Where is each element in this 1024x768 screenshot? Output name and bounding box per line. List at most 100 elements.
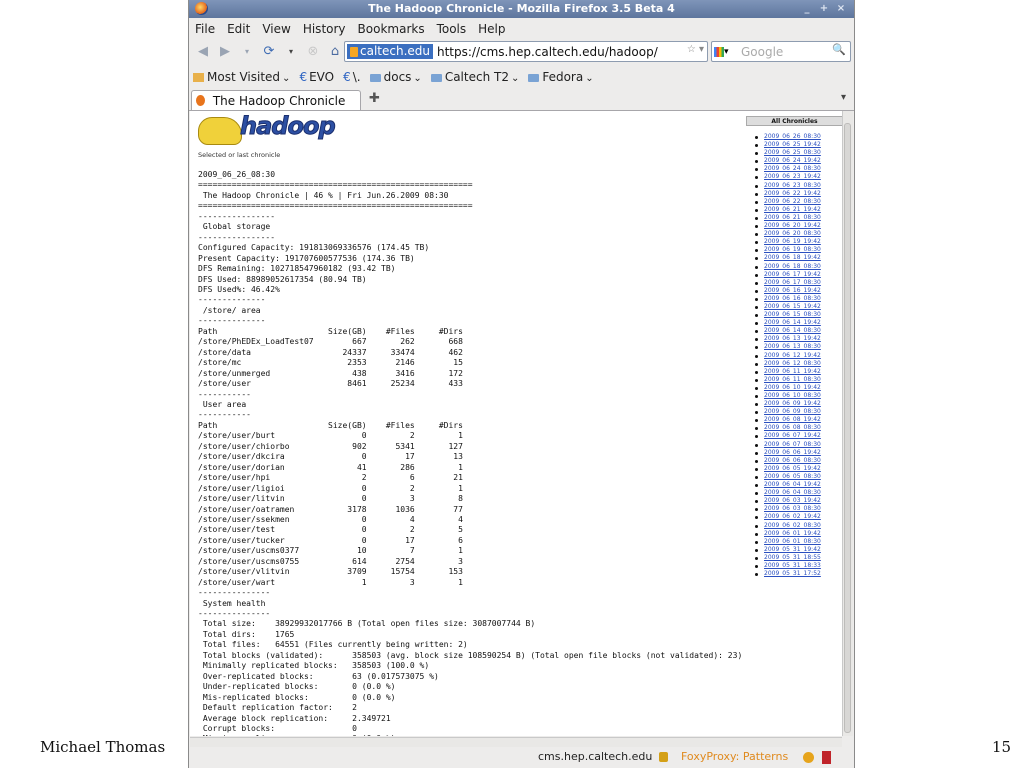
chronicle-link[interactable]: 2009_06_11_19:42 (755, 368, 821, 376)
folder-icon (369, 74, 381, 82)
chronicle-link[interactable]: 2009_06_20_08:30 (755, 230, 821, 238)
chronicle-link[interactable]: 2009_06_15_19:42 (755, 303, 821, 311)
chronicle-link[interactable]: 2009_06_22_19:42 (755, 190, 821, 198)
chronicle-link[interactable]: 2009_06_25_19:42 (755, 141, 821, 149)
chronicle-link[interactable]: 2009_06_13_19:42 (755, 335, 821, 343)
menu-file[interactable]: File (195, 22, 215, 36)
status-bar: cms.hep.caltech.edu FoxyProxy: Patterns (189, 747, 854, 768)
chronicle-link[interactable]: 2009_06_20_19:42 (755, 222, 821, 230)
chronicle-link[interactable]: 2009_06_19_19:42 (755, 238, 821, 246)
chronicle-link[interactable]: 2009_06_05_19:42 (755, 465, 821, 473)
chronicle-link[interactable]: 2009_05_31_18:55 (755, 554, 821, 562)
chronicle-link[interactable]: 2009_06_17_19:42 (755, 271, 821, 279)
chronicle-link[interactable]: 2009_06_06_19:42 (755, 449, 821, 457)
chronicle-link[interactable]: 2009_06_07_08:30 (755, 441, 821, 449)
chronicle-link[interactable]: 2009_06_16_08:30 (755, 295, 821, 303)
menu-view[interactable]: View (262, 22, 290, 36)
search-bar[interactable]: ▾ Google 🔍 (711, 41, 851, 62)
chronicle-link[interactable]: 2009_06_08_19:42 (755, 416, 821, 424)
status-lock-icon[interactable] (659, 752, 668, 762)
back-icon[interactable]: ◀ (195, 44, 211, 59)
forward-icon[interactable]: ▶ (217, 44, 233, 59)
chronicle-link[interactable]: 2009_06_23_08:30 (755, 182, 821, 190)
chronicle-link[interactable]: 2009_06_17_08:30 (755, 279, 821, 287)
chronicle-link[interactable]: 2009_06_05_08:30 (755, 473, 821, 481)
tab-list-icon[interactable]: ▾ (841, 92, 846, 103)
chronicle-link[interactable]: 2009_06_12_08:30 (755, 360, 821, 368)
menu-history[interactable]: History (303, 22, 346, 36)
chronicle-link[interactable]: 2009_06_26_08:30 (755, 133, 821, 141)
chronicle-link[interactable]: 2009_06_07_19:42 (755, 432, 821, 440)
chronicle-link[interactable]: 2009_05_31_18:33 (755, 562, 821, 570)
chevron-down-icon: ⌄ (282, 73, 291, 84)
site-identity-button[interactable]: caltech.edu (347, 44, 433, 59)
chronicle-link[interactable]: 2009_06_21_19:42 (755, 206, 821, 214)
chronicle-link[interactable]: 2009_06_14_19:42 (755, 319, 821, 327)
chronicle-link[interactable]: 2009_06_11_08:30 (755, 376, 821, 384)
search-icon[interactable]: 🔍 (832, 43, 846, 56)
bookmark-4[interactable]: Caltech T2 ⌄ (430, 70, 519, 84)
chronicle-link[interactable]: 2009_05_31_17:52 (755, 570, 821, 578)
chronicle-link[interactable]: 2009_06_09_08:30 (755, 408, 821, 416)
menu-edit[interactable]: Edit (227, 22, 250, 36)
vertical-scrollbar[interactable] (842, 111, 853, 736)
maximize-icon[interactable]: + (817, 2, 831, 15)
chronicle-link[interactable]: 2009_06_16_19:42 (755, 287, 821, 295)
scrollbar-thumb[interactable] (844, 123, 851, 733)
chronicle-link[interactable]: 2009_06_18_19:42 (755, 254, 821, 262)
close-icon[interactable]: × (834, 2, 848, 15)
home-icon[interactable]: ⌂ (327, 44, 343, 59)
chronicle-link[interactable]: 2009_06_22_08:30 (755, 198, 821, 206)
chronicle-link[interactable]: 2009_06_10_08:30 (755, 392, 821, 400)
reload-dropdown-icon[interactable]: ▾ (283, 47, 299, 56)
horizontal-scrollbar[interactable] (190, 737, 842, 747)
addon-red-icon[interactable] (822, 751, 831, 764)
chronicle-link[interactable]: 2009_06_24_19:42 (755, 157, 821, 165)
chronicle-link[interactable]: 2009_06_21_08:30 (755, 214, 821, 222)
chronicle-link[interactable]: 2009_06_23_19:42 (755, 173, 821, 181)
all-chronicles-header: All Chronicles (746, 116, 842, 126)
foxyproxy-status[interactable]: FoxyProxy: Patterns (681, 747, 788, 767)
chronicle-link[interactable]: 2009_06_03_19:42 (755, 497, 821, 505)
google-engine-icon[interactable]: ▾ (714, 44, 738, 59)
chronicle-link[interactable]: 2009_06_04_08:30 (755, 489, 821, 497)
chronicle-link[interactable]: 2009_06_19_08:30 (755, 246, 821, 254)
search-placeholder[interactable]: Google (741, 45, 783, 59)
bookmark-3[interactable]: docs ⌄ (369, 70, 422, 84)
bookmark-star-icon[interactable]: ☆ ▾ (687, 44, 704, 55)
url-text[interactable]: https://cms.hep.caltech.edu/hadoop/ (437, 45, 658, 59)
chronicle-link[interactable]: 2009_06_08_08:30 (755, 424, 821, 432)
menu-bookmarks[interactable]: Bookmarks (358, 22, 425, 36)
url-bar[interactable]: caltech.edu https://cms.hep.caltech.edu/… (344, 41, 708, 62)
chronicle-link[interactable]: 2009_06_15_08:30 (755, 311, 821, 319)
new-tab-icon[interactable]: ✚ (369, 91, 380, 106)
stop-icon[interactable]: ⊗ (305, 44, 321, 59)
chronicle-link[interactable]: 2009_06_10_19:42 (755, 384, 821, 392)
chronicle-link[interactable]: 2009_06_12_19:42 (755, 352, 821, 360)
chronicle-link[interactable]: 2009_06_09_19:42 (755, 400, 821, 408)
chronicle-link[interactable]: 2009_06_04_19:42 (755, 481, 821, 489)
addon-icon[interactable] (803, 752, 814, 763)
chronicle-link[interactable]: 2009_06_02_08:30 (755, 522, 821, 530)
chronicle-link[interactable]: 2009_06_01_08:30 (755, 538, 821, 546)
chronicle-link[interactable]: 2009_06_14_08:30 (755, 327, 821, 335)
chronicle-link[interactable]: 2009_06_02_19:42 (755, 513, 821, 521)
reload-icon[interactable]: ⟳ (261, 44, 277, 59)
chronicle-link[interactable]: 2009_06_18_08:30 (755, 263, 821, 271)
tab-hadoop-chronicle[interactable]: The Hadoop Chronicle (191, 90, 361, 110)
chronicle-link[interactable]: 2009_05_31_19:42 (755, 546, 821, 554)
chronicle-link[interactable]: 2009_06_13_08:30 (755, 343, 821, 351)
menu-help[interactable]: Help (478, 22, 505, 36)
bookmark-5[interactable]: Fedora ⌄ (528, 70, 594, 84)
chronicle-link[interactable]: 2009_06_06_08:30 (755, 457, 821, 465)
chronicle-link[interactable]: 2009_06_25_08:30 (755, 149, 821, 157)
history-dropdown-icon[interactable]: ▾ (239, 47, 255, 56)
menu-tools[interactable]: Tools (437, 22, 467, 36)
bookmark-1[interactable]: € EVO (299, 70, 334, 84)
chronicle-link[interactable]: 2009_06_24_08:30 (755, 165, 821, 173)
chronicle-link[interactable]: 2009_06_03_08:30 (755, 505, 821, 513)
bookmark-0[interactable]: Most Visited ⌄ (193, 70, 290, 84)
minimize-icon[interactable]: _ (800, 2, 814, 15)
chronicle-link[interactable]: 2009_06_01_19:42 (755, 530, 821, 538)
bookmark-2[interactable]: € \. (343, 70, 361, 84)
